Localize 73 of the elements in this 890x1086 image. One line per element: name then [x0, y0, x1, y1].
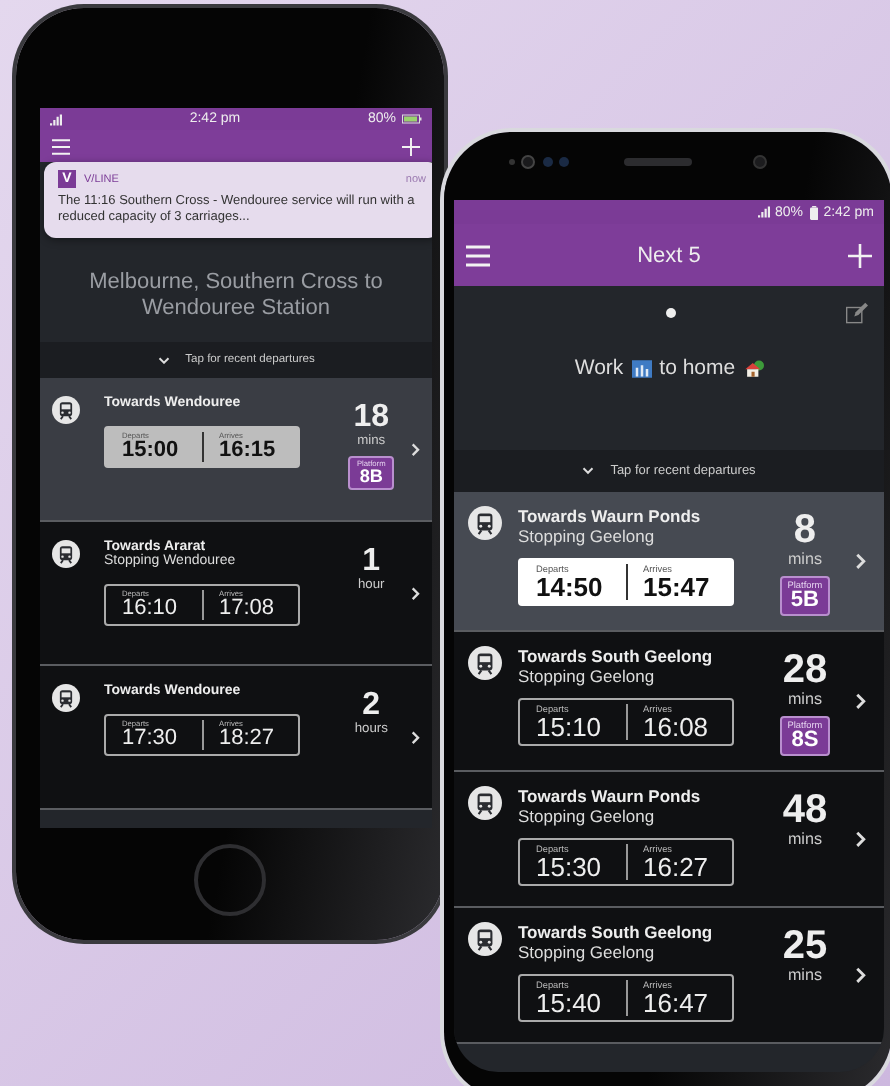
departs-time: 15:10: [536, 714, 604, 741]
arrives-time: 16:08: [643, 714, 711, 741]
departs-time: 15:30: [536, 854, 604, 881]
stopping-label: Stopping Geelong: [518, 526, 657, 546]
departs-time: 17:30: [122, 728, 180, 750]
add-button[interactable]: [402, 137, 420, 155]
add-button[interactable]: [847, 243, 872, 267]
platform-number: 8S: [791, 730, 819, 753]
arrives-time: 16:47: [643, 990, 711, 1017]
arrives-time: 15:47: [643, 574, 712, 600]
destination-label: Towards Waurn Ponds: [518, 786, 703, 807]
chevron-right-icon: [854, 830, 868, 849]
chevron-right-icon: [409, 585, 420, 601]
edit-icon: [846, 302, 868, 324]
chevron-right-icon: [854, 966, 868, 985]
countdown-unit: mins: [787, 830, 822, 849]
departs-time: 16:10: [122, 598, 180, 620]
countdown-number: 28: [782, 650, 828, 691]
countdown-number: 25: [782, 926, 828, 967]
countdown-number: 8: [793, 510, 817, 551]
train-icon: [52, 684, 80, 712]
menu-icon: [52, 137, 70, 155]
platform-number: 8B: [359, 467, 383, 486]
destination-label: Towards Waurn Ponds: [518, 506, 703, 526]
stopping-label: Stopping Geelong: [518, 806, 657, 827]
chevron-right-icon: [854, 692, 868, 711]
office-building-icon: [631, 359, 652, 377]
edit-button[interactable]: [846, 302, 868, 324]
countdown-number: 1: [362, 545, 381, 578]
menu-button[interactable]: [466, 243, 490, 267]
plus-icon: [402, 137, 420, 155]
app-title: Next 5: [637, 243, 701, 267]
destination-label: Towards South Geelong: [518, 922, 715, 943]
arrives-time: 17:08: [219, 598, 277, 620]
house-icon: [743, 358, 764, 378]
plus-icon: [847, 243, 872, 267]
arrives-time: 16:27: [643, 854, 711, 881]
countdown-unit: mins: [787, 966, 822, 985]
chevron-right-icon: [409, 729, 420, 745]
stopping-label: Stopping Geelong: [518, 666, 657, 687]
chevron-down-icon: [582, 466, 595, 476]
countdown-unit: mins: [787, 690, 822, 709]
signal-icon: [757, 206, 769, 218]
menu-button[interactable]: [52, 137, 70, 155]
train-icon: [468, 786, 502, 821]
train-icon: [52, 540, 80, 568]
menu-icon: [466, 243, 490, 267]
countdown-number: 18: [353, 401, 390, 434]
battery-icon: [809, 205, 818, 219]
signal-icon: [50, 113, 62, 125]
countdown-number: 2: [362, 689, 381, 722]
page-dot[interactable]: [665, 308, 675, 318]
train-icon: [468, 646, 502, 681]
arrives-time: 16:15: [219, 440, 278, 462]
countdown-unit: mins: [787, 550, 822, 569]
train-icon: [468, 506, 502, 540]
route-label: Work: [574, 356, 624, 380]
countdown-number: 48: [782, 790, 828, 831]
train-icon: [468, 922, 502, 957]
chevron-right-icon: [854, 551, 868, 571]
route-title: Melbourne, Southern Cross to Wendouree Station: [87, 269, 385, 322]
departs-time: 15:40: [536, 990, 604, 1017]
battery-icon: [402, 114, 422, 124]
departs-time: 15:00: [122, 440, 181, 462]
route-label: to home: [659, 356, 736, 380]
chevron-down-icon: [157, 355, 170, 365]
stopping-label: Stopping Geelong: [518, 942, 657, 963]
departs-time: 14:50: [536, 574, 605, 600]
platform-number: 5B: [790, 590, 820, 613]
chevron-right-icon: [409, 441, 420, 457]
destination-label: Towards South Geelong: [518, 646, 715, 667]
train-icon: [52, 396, 80, 424]
arrives-time: 18:27: [219, 728, 277, 750]
